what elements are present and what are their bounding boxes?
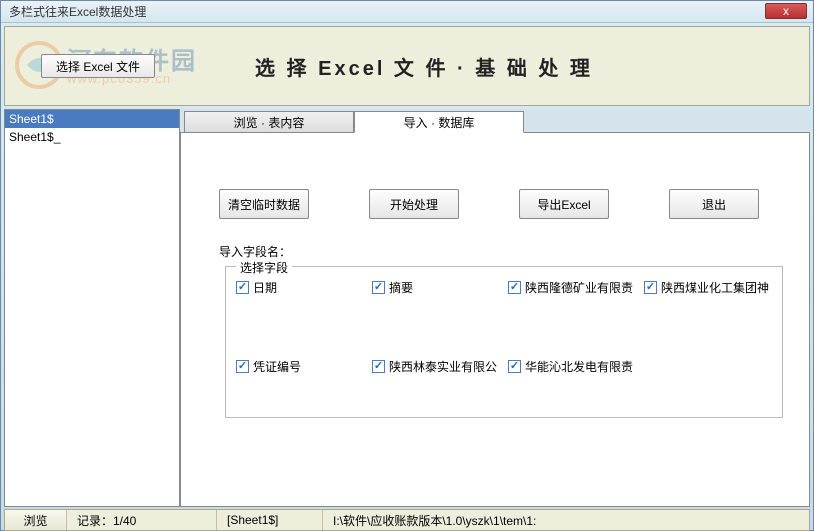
field-checkbox-company3[interactable]: 陕西林泰实业有限公	[372, 358, 500, 375]
status-browse-button[interactable]: 浏览	[5, 510, 67, 530]
field-label: 陕西林泰实业有限公	[389, 358, 497, 375]
field-checkbox-company4[interactable]: 华能沁北发电有限责	[508, 358, 636, 375]
export-excel-button[interactable]: 导出Excel	[519, 189, 609, 219]
start-process-button[interactable]: 开始处理	[369, 189, 459, 219]
close-icon: x	[783, 4, 789, 18]
field-checkbox-date[interactable]: 日期	[236, 279, 364, 296]
tab-browse[interactable]: 浏览 · 表内容	[184, 111, 354, 133]
status-path: I:\软件\应收账款版本\1.0\yszk\1\tem\1:	[323, 510, 809, 530]
checkbox-icon	[236, 281, 249, 294]
field-checkbox-company2[interactable]: 陕西煤业化工集团神	[644, 279, 772, 296]
page-title: 选 择 Excel 文 件 · 基 础 处 理	[255, 52, 593, 81]
action-row: 清空临时数据 开始处理 导出Excel 退出	[219, 189, 791, 219]
checkbox-icon	[508, 281, 521, 294]
status-record: 记录：1/40	[67, 510, 217, 530]
sheet-list[interactable]: Sheet1$ Sheet1$_	[4, 109, 180, 507]
tab-content-import: 清空临时数据 开始处理 导出Excel 退出 导入字段名： 选择字段 日期	[180, 132, 810, 507]
tab-import[interactable]: 导入 · 数据库	[354, 111, 524, 133]
checkbox-icon	[644, 281, 657, 294]
exit-button[interactable]: 退出	[669, 189, 759, 219]
field-label: 日期	[253, 279, 277, 296]
select-excel-button[interactable]: 选择 Excel 文件	[41, 54, 155, 78]
field-label: 摘要	[389, 279, 413, 296]
fields-fieldset: 选择字段 日期 摘要 陕西隆德矿业有限责	[225, 266, 783, 418]
main-area: Sheet1$ Sheet1$_ 浏览 · 表内容 导入 · 数据库 清空临时数…	[4, 109, 810, 507]
field-label: 陕西隆德矿业有限责	[525, 279, 633, 296]
app-window: 多栏式往来Excel数据处理 x 河东软件园 www.pc0359.cn 选择 …	[0, 0, 814, 531]
field-label: 陕西煤业化工集团神	[661, 279, 769, 296]
right-panel: 浏览 · 表内容 导入 · 数据库 清空临时数据 开始处理 导出Excel 退出…	[180, 109, 810, 507]
window-title: 多栏式往来Excel数据处理	[9, 3, 146, 20]
status-sheet: [Sheet1$]	[217, 510, 323, 530]
tabs: 浏览 · 表内容 导入 · 数据库	[180, 109, 810, 133]
field-checkbox-voucher[interactable]: 凭证编号	[236, 358, 364, 375]
statusbar: 浏览 记录：1/40 [Sheet1$] I:\软件\应收账款版本\1.0\ys…	[4, 509, 810, 531]
checkbox-icon	[236, 360, 249, 373]
field-label: 华能沁北发电有限责	[525, 358, 633, 375]
field-checkbox-company1[interactable]: 陕西隆德矿业有限责	[508, 279, 636, 296]
checkbox-icon	[508, 360, 521, 373]
field-label: 凭证编号	[253, 358, 301, 375]
checkbox-icon	[372, 281, 385, 294]
close-button[interactable]: x	[765, 3, 807, 19]
sheet-list-item[interactable]: Sheet1$	[5, 110, 179, 128]
field-checkbox-summary[interactable]: 摘要	[372, 279, 500, 296]
fields-grid: 日期 摘要 陕西隆德矿业有限责 陕西煤业化工集团神	[236, 279, 772, 375]
fields-legend: 选择字段	[236, 259, 292, 276]
sheet-list-item[interactable]: Sheet1$_	[5, 128, 179, 146]
clear-temp-button[interactable]: 清空临时数据	[219, 189, 309, 219]
fields-title: 导入字段名：	[219, 243, 791, 260]
header-panel: 河东软件园 www.pc0359.cn 选择 Excel 文件 选 择 Exce…	[4, 26, 810, 106]
checkbox-icon	[372, 360, 385, 373]
titlebar: 多栏式往来Excel数据处理 x	[1, 1, 813, 23]
